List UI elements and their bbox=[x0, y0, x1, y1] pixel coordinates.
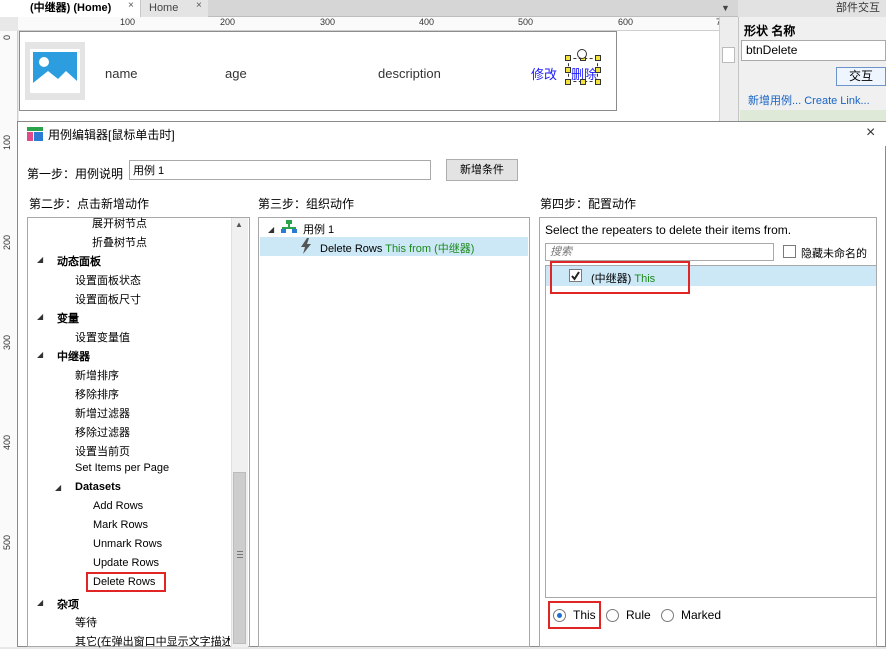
ruler-mark: 0 bbox=[2, 35, 12, 41]
highlight-repeater-item bbox=[550, 261, 690, 294]
radio-marked-label: Marked bbox=[681, 608, 722, 622]
resize-handle[interactable] bbox=[565, 79, 571, 85]
hide-unnamed-label: 隐藏未命名的 bbox=[801, 248, 867, 260]
tab-repeater-home[interactable]: (中继器) (Home) bbox=[0, 0, 140, 17]
horizontal-ruler: 100 200 300 400 500 600 700 bbox=[18, 17, 731, 31]
collapse-triangle-icon[interactable]: ◢ bbox=[37, 598, 43, 607]
collapse-triangle-icon[interactable]: ◢ bbox=[268, 225, 274, 234]
highlight-radio-this bbox=[548, 601, 601, 629]
category-repeater[interactable]: 中继器 bbox=[57, 348, 90, 364]
repeater-list[interactable] bbox=[545, 265, 877, 598]
case-tree-icon bbox=[281, 220, 297, 237]
action-expand-tree-node[interactable]: 展开树节点 bbox=[92, 215, 147, 231]
ruler-mark: 400 bbox=[2, 435, 12, 451]
action-update-rows[interactable]: Update Rows bbox=[93, 557, 159, 569]
action-set-variable[interactable]: 设置变量值 bbox=[75, 329, 130, 345]
action-wait[interactable]: 等待 bbox=[75, 614, 97, 630]
inspector-title: 部件交互 bbox=[738, 0, 886, 17]
resize-handle[interactable] bbox=[595, 79, 601, 85]
category-variables[interactable]: 变量 bbox=[57, 310, 79, 326]
close-icon[interactable]: × bbox=[196, 0, 202, 11]
tab-interaction[interactable]: 交互 bbox=[836, 67, 886, 86]
edit-link[interactable]: 修改 bbox=[531, 64, 557, 83]
action-add-rows[interactable]: Add Rows bbox=[93, 500, 143, 512]
ruler-mark: 500 bbox=[2, 535, 12, 551]
category-misc[interactable]: 杂项 bbox=[57, 596, 79, 612]
collapse-triangle-icon[interactable]: ◢ bbox=[37, 255, 43, 264]
action-set-panel-state[interactable]: 设置面板状态 bbox=[75, 272, 141, 288]
scroll-up-arrow-icon[interactable]: ▲ bbox=[235, 220, 243, 229]
shape-name-input[interactable]: btnDelete bbox=[741, 40, 886, 61]
organize-action-name: Delete Rows bbox=[320, 243, 383, 255]
configure-description: Select the repeaters to delete their ite… bbox=[545, 223, 792, 237]
category-datasets[interactable]: Datasets bbox=[75, 481, 121, 493]
step1-label: 第一步：用例说明 bbox=[27, 167, 124, 181]
cell-age: age bbox=[225, 66, 247, 81]
radio-rule[interactable] bbox=[606, 609, 619, 622]
collapse-triangle-icon[interactable]: ◢ bbox=[55, 483, 61, 492]
inspector-event-strip bbox=[740, 110, 886, 121]
action-collapse-tree-node[interactable]: 折叠树节点 bbox=[92, 234, 147, 250]
step3-label: 第三步：组织动作 bbox=[258, 197, 355, 211]
action-mark-rows[interactable]: Mark Rows bbox=[93, 519, 148, 531]
collapse-triangle-icon[interactable]: ◢ bbox=[37, 350, 43, 359]
action-add-filter[interactable]: 新增过滤器 bbox=[75, 405, 130, 421]
hide-unnamed-checkbox[interactable] bbox=[783, 245, 796, 258]
cell-description: description bbox=[378, 66, 441, 81]
action-unmark-rows[interactable]: Unmark Rows bbox=[93, 538, 162, 550]
tab-repeater-home-label: (中继器) (Home) bbox=[30, 2, 112, 14]
ruler-mark: 500 bbox=[518, 17, 534, 27]
case-description-input[interactable] bbox=[129, 160, 431, 180]
category-dynamic-panel[interactable]: 动态面板 bbox=[57, 253, 101, 269]
dialog-title: 用例编辑器[鼠标单击时] bbox=[48, 128, 175, 142]
tab-home-label: Home bbox=[149, 2, 179, 14]
lightning-icon bbox=[300, 238, 312, 257]
cell-name: name bbox=[105, 66, 138, 81]
collapse-triangle-icon[interactable]: ◢ bbox=[37, 312, 43, 321]
add-condition-button[interactable]: 新增条件 bbox=[446, 159, 518, 181]
step4-label: 第四步：配置动作 bbox=[540, 197, 637, 211]
ruler-mark: 100 bbox=[120, 17, 136, 27]
ruler-mark: 300 bbox=[2, 335, 12, 351]
resize-handle[interactable] bbox=[595, 55, 601, 61]
close-icon[interactable]: × bbox=[128, 0, 134, 11]
resize-handle[interactable] bbox=[565, 67, 571, 73]
ruler-mark: 200 bbox=[2, 235, 12, 251]
action-set-panel-size[interactable]: 设置面板尺寸 bbox=[75, 291, 141, 307]
step2-label: 第二步：点击新增动作 bbox=[29, 197, 150, 211]
inspector-links[interactable]: 新增用例... Create Link... bbox=[748, 92, 870, 108]
ruler-mark: 300 bbox=[320, 17, 336, 27]
highlight-delete-rows bbox=[86, 572, 166, 592]
image-placeholder-icon bbox=[25, 42, 85, 100]
interaction-marker-icon[interactable] bbox=[577, 49, 587, 59]
resize-handle[interactable] bbox=[580, 79, 586, 85]
action-remove-sort[interactable]: 移除排序 bbox=[75, 386, 119, 402]
case-editor-icon bbox=[27, 127, 43, 141]
ruler-mark: 600 bbox=[618, 17, 634, 27]
tab-overflow-chevron-icon[interactable]: ▼ bbox=[721, 3, 730, 13]
scrollbar-thumb[interactable] bbox=[233, 472, 246, 644]
organize-case-label[interactable]: 用例 1 bbox=[303, 221, 334, 237]
action-remove-filter[interactable]: 移除过滤器 bbox=[75, 424, 130, 440]
action-set-current-page[interactable]: 设置当前页 bbox=[75, 443, 130, 459]
ruler-mark: 400 bbox=[419, 17, 435, 27]
ruler-mark: 100 bbox=[2, 135, 12, 151]
canvas-scrollbar[interactable] bbox=[719, 17, 738, 121]
action-add-sort[interactable]: 新增排序 bbox=[75, 367, 119, 383]
radio-rule-label: Rule bbox=[626, 608, 651, 622]
organize-action-label: Delete Rows This from (中继器) bbox=[320, 240, 474, 256]
resize-handle[interactable] bbox=[595, 67, 601, 73]
organize-action-detail: This from (中继器) bbox=[385, 243, 475, 255]
scrollbar-thumb[interactable] bbox=[722, 47, 735, 63]
vertical-ruler: 0 100 200 300 400 500 bbox=[0, 31, 18, 647]
organize-actions-pane[interactable] bbox=[258, 217, 530, 647]
close-icon[interactable]: × bbox=[866, 124, 875, 142]
ruler-mark: 200 bbox=[220, 17, 236, 27]
resize-handle[interactable] bbox=[565, 55, 571, 61]
radio-marked[interactable] bbox=[661, 609, 674, 622]
repeater-search-input[interactable] bbox=[545, 243, 774, 261]
action-set-items-per-page[interactable]: Set Items per Page bbox=[75, 462, 169, 474]
shape-name-label: 形状 名称 bbox=[744, 24, 796, 38]
